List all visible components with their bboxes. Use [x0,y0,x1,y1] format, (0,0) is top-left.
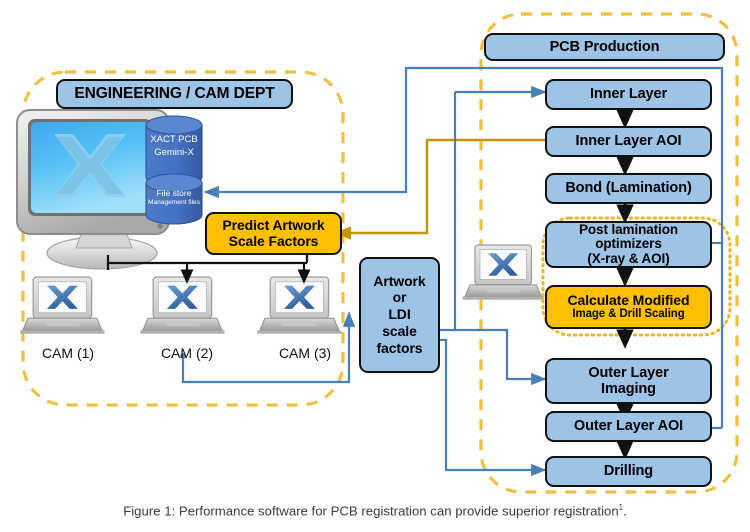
figure-caption-period: . [623,503,627,519]
artwork-box-line-4: scale [382,322,417,339]
step-bond-lamination[interactable]: Bond (Lamination) [545,173,712,204]
artwork-box-line-2: or [392,289,407,306]
pcb-production-title-box: PCB Production [484,33,725,61]
artwork-box-line-1: Artwork [373,272,426,289]
engineering-dept-title-box: ENGINEERING / CAM DEPT [56,79,293,109]
step-outer-layer-imaging-line-2: Imaging [601,381,656,397]
artwork-box-line-5: factors [376,339,423,356]
step-calculate-line-1: Calculate Modified [567,291,690,308]
figure-caption: Figure 1: Performance software for PCB r… [0,503,750,518]
cam-3-laptop-icon [256,276,343,335]
step-outer-layer-imaging[interactable]: Outer Layer Imaging [545,358,712,404]
figure-container: XACT PCB Gemini-X File store Management … [0,0,750,532]
step-outer-layer-aoi[interactable]: Outer Layer AOI [545,411,712,442]
step-post-lamination-line-1: Post lamination [578,221,678,237]
step-drilling[interactable]: Drilling [545,456,712,487]
cam-2-label: CAM (2) [160,345,214,361]
cam-3-label: CAM (3) [278,345,332,361]
step-bond-lamination-label: Bond (Lamination) [565,180,692,197]
shopfloor-laptop-icon [461,244,545,301]
step-inner-layer-aoi[interactable]: Inner Layer AOI [545,126,712,157]
step-inner-layer[interactable]: Inner Layer [545,79,712,110]
step-calculate-line-2: Image & Drill Scaling [572,308,685,321]
cam-1-laptop-icon [19,276,106,335]
step-post-lamination-line-3: (X-ray & AOI) [587,250,670,266]
cam-1-label: CAM (1) [41,345,95,361]
step-calculate-modified-scaling[interactable]: Calculate Modified Image & Drill Scaling [545,285,712,329]
step-post-lamination-optimizers[interactable]: Post lamination optimizers (X-ray & AOI) [545,221,712,268]
engineering-dept-title-text: ENGINEERING / CAM DEPT [74,85,275,103]
step-drilling-label: Drilling [603,463,654,480]
cam-2-laptop-icon [139,276,226,335]
amber-feedback-arrow [334,138,545,240]
artwork-or-ldi-scale-factors-box[interactable]: Artwork or LDI scale factors [359,257,440,373]
step-outer-layer-aoi-label: Outer Layer AOI [573,418,684,435]
figure-caption-text: Figure 1: Performance software for PCB r… [123,503,619,519]
pcb-production-title-text: PCB Production [549,38,660,55]
predict-artwork-line-1: Predict Artwork [222,216,325,233]
artwork-box-line-3: LDI [388,306,411,323]
predict-artwork-line-2: Scale Factors [228,232,319,249]
step-inner-layer-label: Inner Layer [589,86,668,103]
step-outer-layer-imaging-line-1: Outer Layer [588,364,669,381]
file-store-database-icon [145,173,203,225]
step-post-lamination-line-2: optimizers [595,236,662,252]
predict-artwork-scale-factors-box[interactable]: Predict Artwork Scale Factors [205,212,342,255]
step-inner-layer-aoi-label: Inner Layer AOI [575,133,682,150]
